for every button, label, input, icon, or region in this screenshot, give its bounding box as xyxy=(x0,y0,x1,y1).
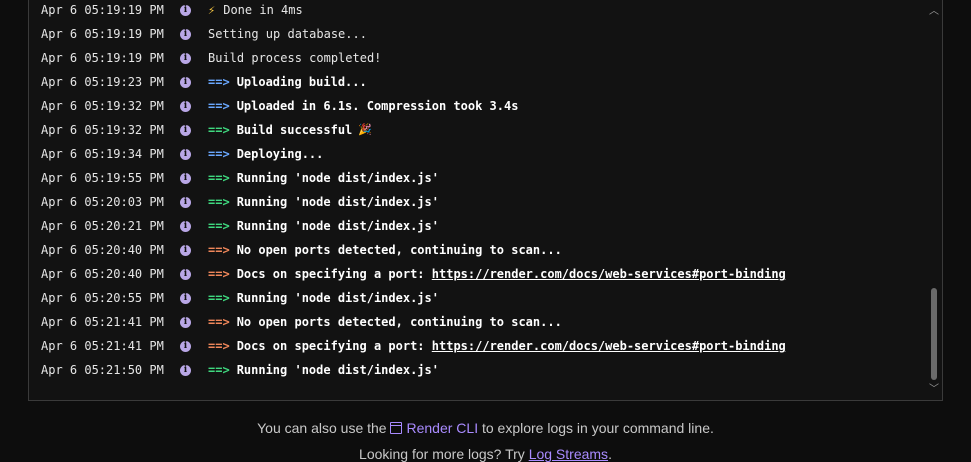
log-arrow: ==> xyxy=(208,147,230,161)
log-arrow: ==> xyxy=(208,99,230,113)
log-line: Apr 6 05:19:19 PM i Setting up database... xyxy=(41,22,922,46)
info-icon: i xyxy=(180,172,191,184)
log-arrow: ==> xyxy=(208,315,230,329)
log-line: Apr 6 05:21:50 PM i ==> Running 'node dist/… xyxy=(41,358,922,382)
log-message: Running 'node dist/index.js' xyxy=(236,171,439,185)
log-message: Build successful xyxy=(236,123,353,137)
log-timestamp: Apr 6 05:20:40 PM xyxy=(41,243,164,257)
log-line: Apr 6 05:20:55 PM i ==> Running 'node dist/… xyxy=(41,286,922,310)
log-message: Setting up database... xyxy=(208,27,367,41)
log-arrow: ==> xyxy=(208,195,230,209)
docs-port-binding-link[interactable]: https://render.com/docs/web-services#por… xyxy=(432,334,786,358)
render-cli-label: Render CLI xyxy=(406,420,479,436)
log-line: Apr 6 05:20:03 PM i ==> Running 'node dist/… xyxy=(41,190,922,214)
log-arrow: ==> xyxy=(208,75,230,89)
log-line: Apr 6 05:21:41 PM i ==> Docs on specifying … xyxy=(41,334,922,358)
info-icon: i xyxy=(180,340,191,352)
info-icon: i xyxy=(180,196,191,208)
cli-hint-suffix: to explore logs in your command line. xyxy=(478,420,714,436)
log-message: Running 'node dist/index.js' xyxy=(236,195,439,209)
log-line: Apr 6 05:19:32 PM i ==> Uploaded in 6.1s. C… xyxy=(41,94,922,118)
info-icon: i xyxy=(180,220,191,232)
log-arrow: ==> xyxy=(208,291,230,305)
log-timestamp: Apr 6 05:19:23 PM xyxy=(41,75,164,89)
info-icon: i xyxy=(180,28,191,40)
scroll-thumb[interactable] xyxy=(931,288,937,380)
log-message: No open ports detected, continuing to sc… xyxy=(236,315,562,329)
cli-hint-prefix: You can also use the xyxy=(257,420,391,436)
log-message: Deploying... xyxy=(236,147,324,161)
log-message: Running 'node dist/index.js' xyxy=(236,363,439,377)
log-timestamp: Apr 6 05:21:41 PM xyxy=(41,339,164,353)
info-icon: i xyxy=(180,292,191,304)
log-timestamp: Apr 6 05:20:21 PM xyxy=(41,219,164,233)
log-line: Apr 6 05:19:19 PM i Build process complete… xyxy=(41,46,922,70)
docs-port-binding-link[interactable]: https://render.com/docs/web-services#por… xyxy=(432,262,786,286)
log-timestamp: Apr 6 05:20:55 PM xyxy=(41,291,164,305)
info-icon: i xyxy=(180,244,191,256)
log-message: Docs on specifying a port: xyxy=(236,339,432,353)
log-message: Uploaded in 6.1s. Compression took 3.4s xyxy=(236,99,519,113)
lightning-icon: ⚡ xyxy=(208,3,216,17)
log-message: Uploading build... xyxy=(236,75,367,89)
log-scrollbar[interactable]: ︿ ﹀ xyxy=(928,4,940,396)
info-icon: i xyxy=(180,268,191,280)
log-line: Apr 6 05:19:23 PM i ==> Uploading build... xyxy=(41,70,922,94)
info-icon: i xyxy=(180,124,191,136)
log-timestamp: Apr 6 05:20:40 PM xyxy=(41,267,164,281)
party-popper-icon: 🎉 xyxy=(358,123,372,136)
log-line: Apr 6 05:20:40 PM i ==> No open ports detec… xyxy=(41,238,922,262)
log-timestamp: Apr 6 05:21:50 PM xyxy=(41,363,164,377)
log-arrow: ==> xyxy=(208,243,230,257)
log-timestamp: Apr 6 05:19:19 PM xyxy=(41,3,164,17)
log-message: Docs on specifying a port: xyxy=(236,267,432,281)
info-icon: i xyxy=(180,76,191,88)
log-timestamp: Apr 6 05:19:19 PM xyxy=(41,51,164,65)
log-message: No open ports detected, continuing to sc… xyxy=(236,243,562,257)
log-line: Apr 6 05:19:19 PM i ⚡ Done in 4ms xyxy=(41,0,922,22)
log-line: Apr 6 05:19:32 PM i ==> Build successful 🎉 xyxy=(41,118,922,142)
log-line: Apr 6 05:20:21 PM i ==> Running 'node dist/… xyxy=(41,214,922,238)
info-icon: i xyxy=(180,316,191,328)
log-timestamp: Apr 6 05:19:32 PM xyxy=(41,99,164,113)
log-lines: Apr 6 05:19:19 PM i ⚡ Done in 4ms Apr 6 05:1… xyxy=(41,0,922,382)
log-panel: Apr 6 05:19:19 PM i ⚡ Done in 4ms Apr 6 05:1… xyxy=(28,0,943,401)
cli-hint: You can also use the Render CLI to explo… xyxy=(0,420,971,436)
chevron-down-icon[interactable]: ﹀ xyxy=(928,384,940,396)
log-message: Done in 4ms xyxy=(223,3,303,17)
log-timestamp: Apr 6 05:19:32 PM xyxy=(41,123,164,137)
log-line: Apr 6 05:21:41 PM i ==> No open ports detec… xyxy=(41,310,922,334)
info-icon: i xyxy=(180,100,191,112)
log-message: Running 'node dist/index.js' xyxy=(236,291,439,305)
log-arrow: ==> xyxy=(208,123,230,137)
log-timestamp: Apr 6 05:21:41 PM xyxy=(41,315,164,329)
log-timestamp: Apr 6 05:19:55 PM xyxy=(41,171,164,185)
log-line: Apr 6 05:20:40 PM i ==> Docs on specifying … xyxy=(41,262,922,286)
log-arrow: ==> xyxy=(208,219,230,233)
info-icon: i xyxy=(180,52,191,64)
info-icon: i xyxy=(180,364,191,376)
log-timestamp: Apr 6 05:19:19 PM xyxy=(41,27,164,41)
info-icon: i xyxy=(180,148,191,160)
info-icon: i xyxy=(180,4,191,16)
log-line: Apr 6 05:19:34 PM i ==> Deploying... xyxy=(41,142,922,166)
log-message: Build process completed! xyxy=(208,51,382,65)
render-cli-link[interactable]: Render CLI xyxy=(390,420,478,436)
log-arrow: ==> xyxy=(208,171,230,185)
log-arrow: ==> xyxy=(208,267,230,281)
log-arrow: ==> xyxy=(208,339,230,353)
log-timestamp: Apr 6 05:19:34 PM xyxy=(41,147,164,161)
log-timestamp: Apr 6 05:20:03 PM xyxy=(41,195,164,209)
chevron-up-icon[interactable]: ︿ xyxy=(928,6,940,18)
terminal-icon xyxy=(390,422,403,434)
log-arrow: ==> xyxy=(208,363,230,377)
log-message: Running 'node dist/index.js' xyxy=(236,219,439,233)
log-line: Apr 6 05:19:55 PM i ==> Running 'node dist/… xyxy=(41,166,922,190)
